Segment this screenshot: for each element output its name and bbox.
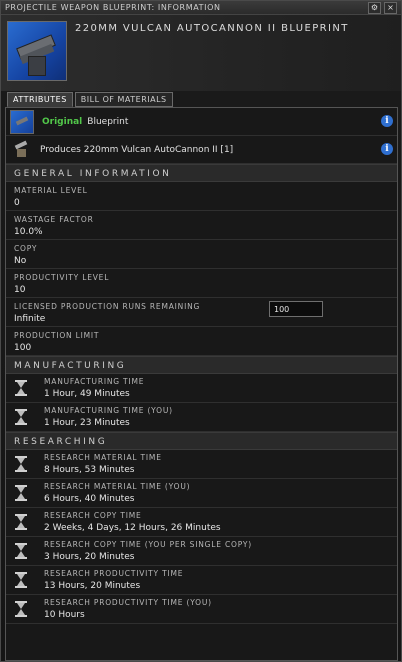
options-icon[interactable]: ⚙ [368, 1, 381, 14]
hourglass-icon [10, 540, 32, 562]
close-icon[interactable]: × [384, 1, 397, 14]
attr-copy: COPY No [6, 240, 397, 269]
title-bar[interactable]: PROJECTILE WEAPON BLUEPRINT: INFORMATION… [1, 1, 401, 15]
attributes-panel: Original Blueprint i Produces 220mm Vulca… [5, 107, 398, 661]
time-row-research-material: RESEARCH MATERIAL TIME 8 Hours, 53 Minute… [6, 450, 397, 479]
hourglass-icon [10, 569, 32, 591]
time-row-research-copy: RESEARCH COPY TIME 2 Weeks, 4 Days, 12 Ho… [6, 508, 397, 537]
tab-attributes[interactable]: ATTRIBUTES [7, 92, 73, 107]
blueprint-type-row: Original Blueprint i [6, 108, 397, 136]
time-row-manufacturing-you: MANUFACTURING TIME (YOU) 1 Hour, 23 Minut… [6, 403, 397, 432]
runs-input[interactable] [269, 301, 323, 317]
tab-bar: ATTRIBUTES BILL OF MATERIALS [7, 92, 173, 107]
item-header: 220MM VULCAN AUTOCANNON II BLUEPRINT [1, 15, 401, 91]
blueprint-thumbnail[interactable] [7, 21, 67, 81]
time-row-research-productivity: RESEARCH PRODUCTIVITY TIME 13 Hours, 20 M… [6, 566, 397, 595]
hourglass-icon [10, 453, 32, 475]
section-manufacturing[interactable]: MANUFACTURING [6, 356, 397, 374]
hourglass-icon [10, 482, 32, 504]
section-researching[interactable]: RESEARCHING [6, 432, 397, 450]
hourglass-icon [10, 406, 32, 428]
hourglass-icon [10, 377, 32, 399]
section-general-information[interactable]: GENERAL INFORMATION [6, 164, 397, 182]
time-row-research-material-you: RESEARCH MATERIAL TIME (YOU) 6 Hours, 40 … [6, 479, 397, 508]
tab-bill-of-materials[interactable]: BILL OF MATERIALS [74, 92, 173, 107]
blueprint-icon [10, 109, 34, 134]
info-icon[interactable]: i [381, 143, 393, 155]
original-label: Original [42, 116, 83, 127]
attr-production-limit: PRODUCTION LIMIT 100 [6, 327, 397, 356]
time-row-research-productivity-you: RESEARCH PRODUCTIVITY TIME (YOU) 10 Hours [6, 595, 397, 624]
produces-row: Produces 220mm Vulcan AutoCannon II [1] … [6, 136, 397, 164]
produces-text: Produces 220mm Vulcan AutoCannon II [1] [40, 144, 234, 155]
info-window: PROJECTILE WEAPON BLUEPRINT: INFORMATION… [0, 0, 402, 662]
hourglass-icon [10, 598, 32, 620]
attr-licensed-runs: LICENSED PRODUCTION RUNS REMAINING Infin… [6, 298, 397, 327]
info-icon[interactable]: i [381, 115, 393, 127]
window-title: PROJECTILE WEAPON BLUEPRINT: INFORMATION [5, 3, 221, 12]
item-name: 220MM VULCAN AUTOCANNON II BLUEPRINT [75, 23, 349, 34]
autocannon-icon [10, 139, 32, 161]
attr-wastage-factor: WASTAGE FACTOR 10.0% [6, 211, 397, 240]
hourglass-icon [10, 511, 32, 533]
attr-material-level: MATERIAL LEVEL 0 [6, 182, 397, 211]
time-row-research-copy-you: RESEARCH COPY TIME (YOU PER SINGLE COPY)… [6, 537, 397, 566]
blueprint-label: Blueprint [87, 116, 129, 127]
time-row-manufacturing: MANUFACTURING TIME 1 Hour, 49 Minutes [6, 374, 397, 403]
attr-productivity-level: PRODUCTIVITY LEVEL 10 [6, 269, 397, 298]
